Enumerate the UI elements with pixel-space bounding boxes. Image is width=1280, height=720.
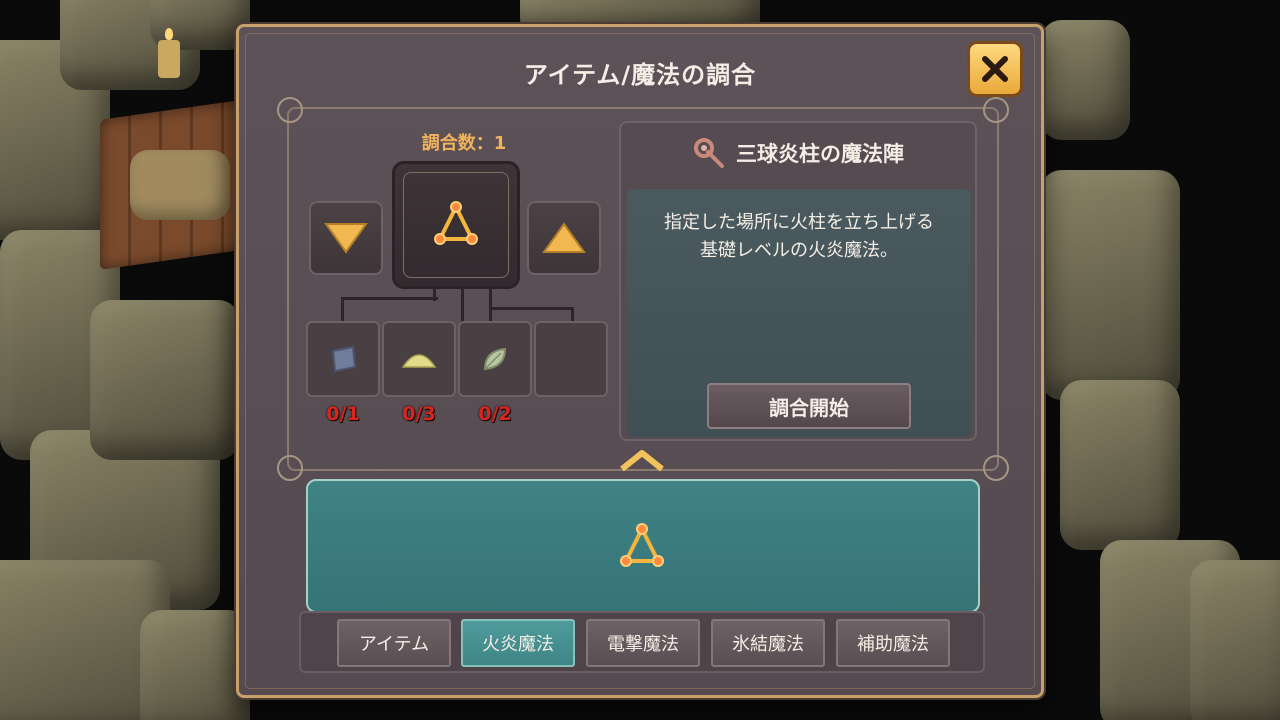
candle <box>158 28 180 78</box>
frame-ornament <box>983 97 1009 123</box>
recipe-info-panel: 三球炎柱の魔法陣 指定した場所に火柱を立ち上げる 基礎レベルの火炎魔法。 調合開… <box>619 121 977 441</box>
ingredient-count-3: 0/2 <box>478 403 512 425</box>
ingredient-slot-3[interactable] <box>458 321 532 397</box>
crafting-dialog: アイテム/魔法の調合 調合数：1 0/1 0/3 0/2 三球炎柱の魔法陣 指定… <box>236 24 1044 698</box>
recipe-list <box>306 479 980 613</box>
triangle-up-icon <box>542 222 586 253</box>
fire-triangle-magic-icon <box>620 523 664 567</box>
connector-line <box>461 289 467 323</box>
rock <box>1040 20 1130 140</box>
description-line: 指定した場所に火柱を立ち上げる <box>664 212 934 233</box>
rock <box>90 300 240 460</box>
tab-ice-magic[interactable]: 氷結魔法 <box>711 619 825 667</box>
tab-lightning-magic[interactable]: 電撃魔法 <box>586 619 700 667</box>
ingredient-slot-1[interactable] <box>306 321 380 397</box>
frame-ornament <box>983 455 1009 481</box>
close-button[interactable] <box>967 41 1023 97</box>
frame-ornament <box>277 455 303 481</box>
dialog-title: アイテム/魔法の調合 <box>523 61 757 89</box>
selected-recipe-slot[interactable] <box>392 161 520 289</box>
leaf-icon <box>483 347 507 371</box>
close-icon <box>982 56 1008 82</box>
stone-cloth-icon <box>331 345 357 373</box>
rock <box>140 610 250 720</box>
chevron-up-icon[interactable] <box>619 447 665 473</box>
rock <box>1040 170 1180 400</box>
increase-count-button[interactable] <box>527 201 601 275</box>
rock <box>1190 560 1280 720</box>
tab-items[interactable]: アイテム <box>337 619 451 667</box>
craft-count-label: 調合数：1 <box>421 133 507 154</box>
start-crafting-button[interactable]: 調合開始 <box>707 383 911 429</box>
recipe-name: 三球炎柱の魔法陣 <box>736 142 904 166</box>
category-tab-bar: アイテム 火炎魔法 電撃魔法 氷結魔法 補助魔法 <box>299 611 985 673</box>
tab-support-magic[interactable]: 補助魔法 <box>836 619 950 667</box>
ingredient-slot-2[interactable] <box>382 321 456 397</box>
magic-staff-icon <box>694 138 724 168</box>
tab-fire-magic[interactable]: 火炎魔法 <box>461 619 575 667</box>
recipe-description: 指定した場所に火柱を立ち上げる 基礎レベルの火炎魔法。 <box>627 209 971 265</box>
description-line: 基礎レベルの火炎魔法。 <box>700 240 898 261</box>
ingredient-count-1: 0/1 <box>326 403 360 425</box>
sack <box>130 150 230 220</box>
ingredient-count-2: 0/3 <box>402 403 436 425</box>
ingredient-slot-4[interactable] <box>534 321 608 397</box>
slot-frame <box>403 172 509 278</box>
triangle-down-icon <box>324 223 368 254</box>
recipe-list-item[interactable] <box>612 517 672 577</box>
powder-pile-icon <box>401 354 437 368</box>
connector-line <box>433 289 439 301</box>
frame-ornament <box>277 97 303 123</box>
decrease-count-button[interactable] <box>309 201 383 275</box>
recipe-title-row: 三球炎柱の魔法陣 <box>621 135 975 171</box>
recipe-description-box: 指定した場所に火柱を立ち上げる 基礎レベルの火炎魔法。 調合開始 <box>627 189 971 437</box>
rock <box>1060 380 1180 550</box>
